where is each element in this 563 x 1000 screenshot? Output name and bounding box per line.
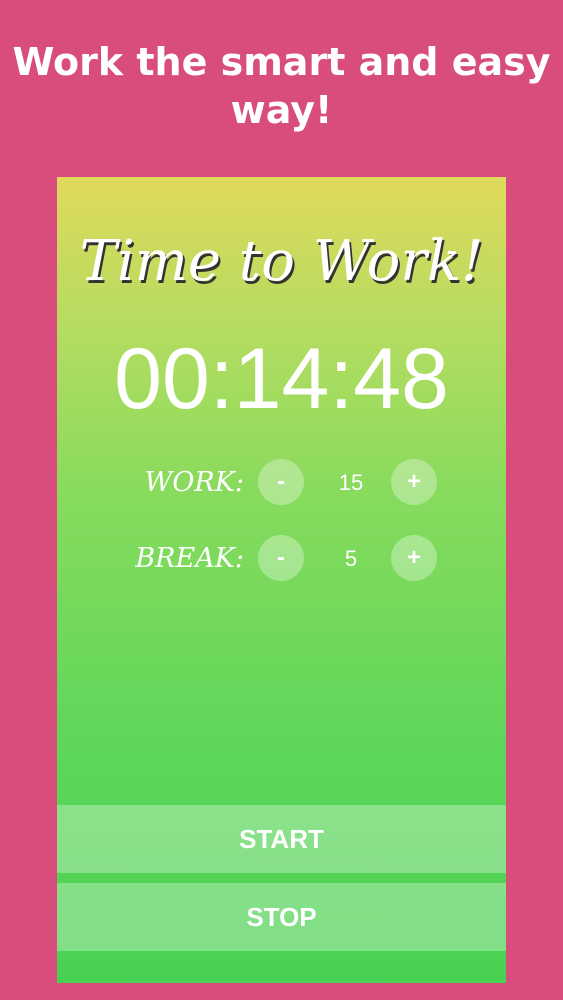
- work-increase-button[interactable]: +: [391, 459, 437, 505]
- break-minutes-value: 5: [344, 546, 358, 571]
- app-screen: Time to Work! 00:14:48 WORK: - 15 + BREA…: [57, 177, 506, 983]
- screen-headline: Time to Work!: [79, 229, 484, 294]
- promo-headline: Work the smart and easy way!: [0, 38, 563, 134]
- start-button[interactable]: START: [57, 805, 506, 873]
- promo-line-1: Work the smart and easy: [12, 40, 551, 84]
- work-setting-row: WORK: - 15 +: [57, 459, 506, 507]
- work-decrease-button[interactable]: -: [258, 459, 304, 505]
- promo-line-2: way!: [230, 88, 333, 132]
- work-minutes-value: 15: [338, 470, 364, 495]
- work-label: WORK:: [144, 467, 244, 498]
- stop-button[interactable]: STOP: [57, 883, 506, 951]
- break-label: BREAK:: [135, 543, 244, 574]
- break-setting-row: BREAK: - 5 +: [57, 535, 506, 583]
- break-decrease-button[interactable]: -: [258, 535, 304, 581]
- countdown-timer: 00:14:48: [114, 331, 449, 427]
- break-increase-button[interactable]: +: [391, 535, 437, 581]
